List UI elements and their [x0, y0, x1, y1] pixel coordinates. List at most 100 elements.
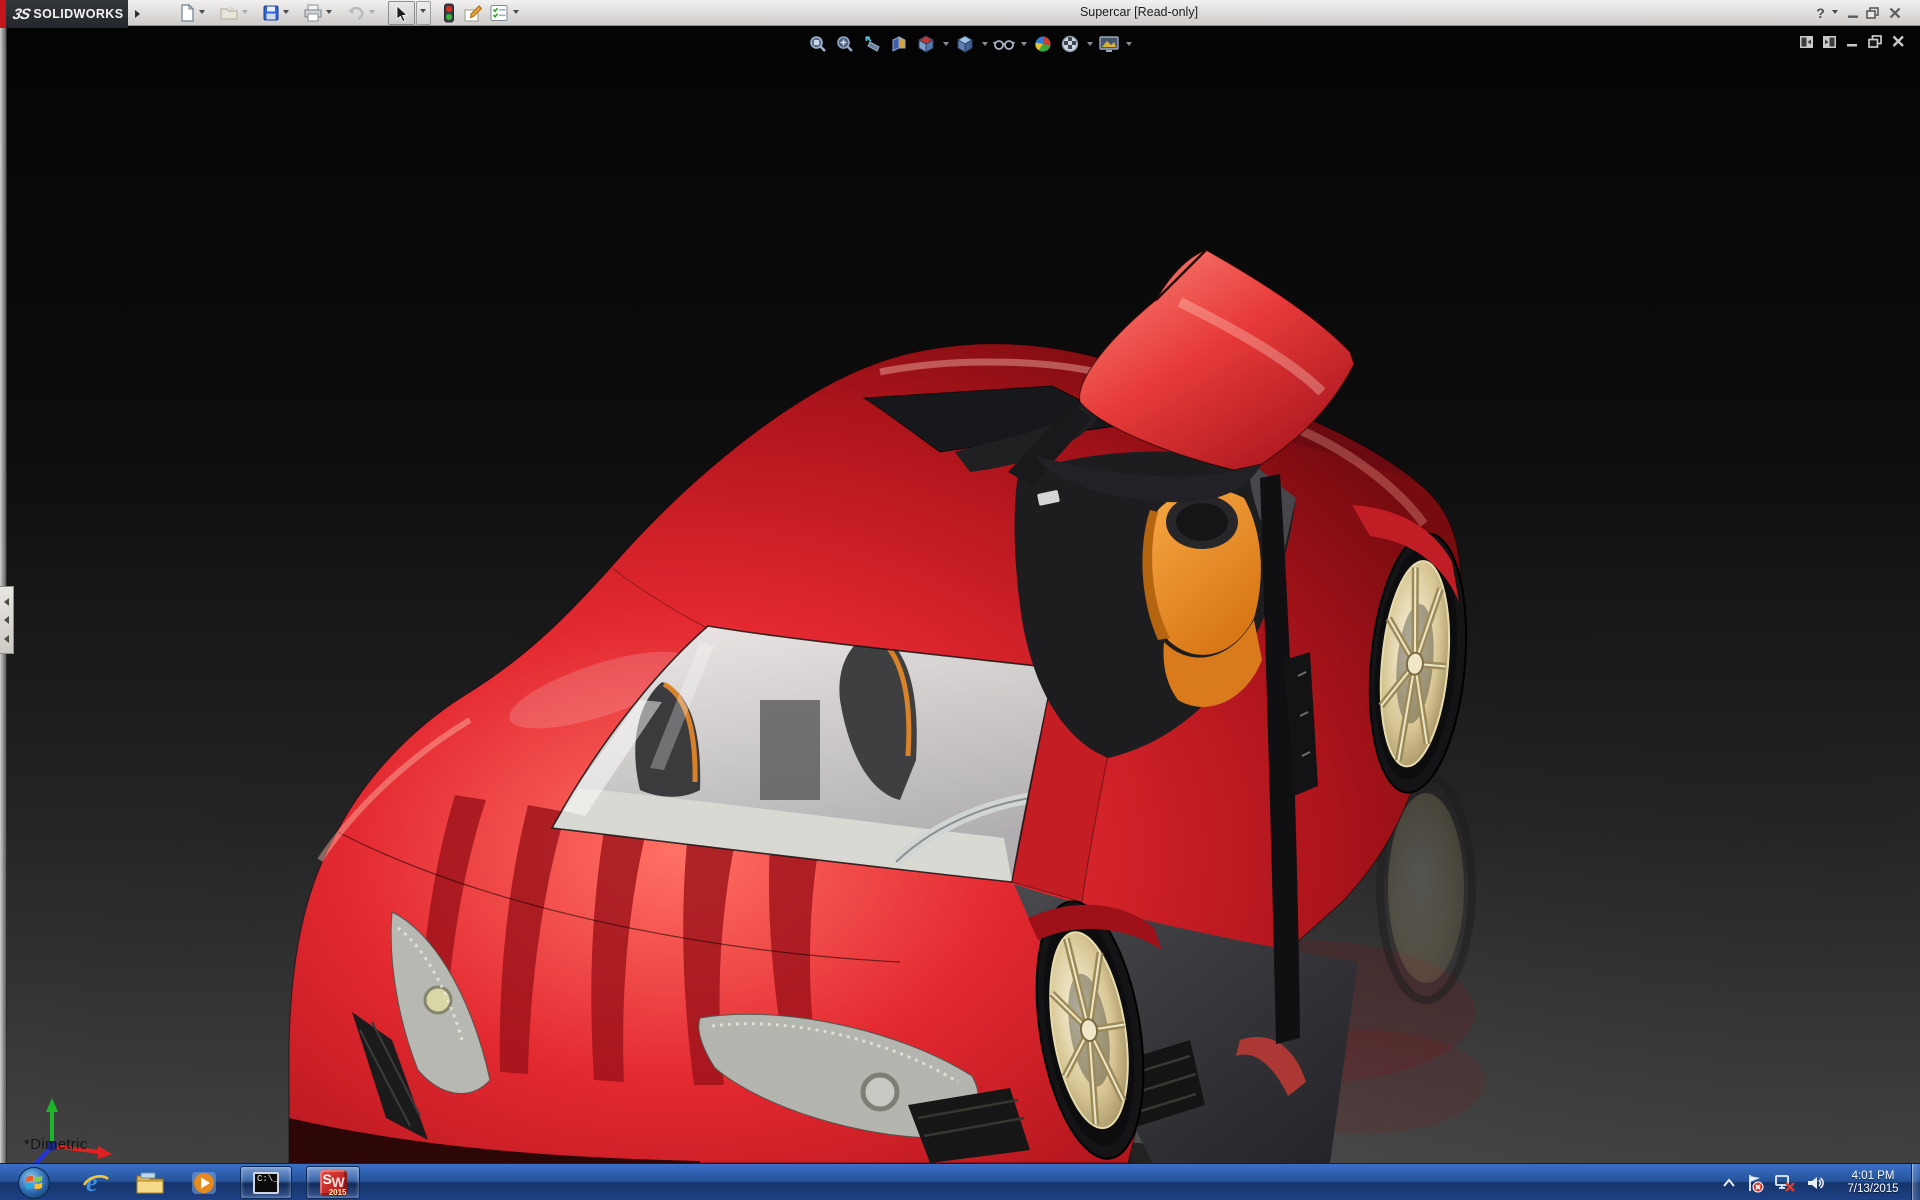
taskbar-internet-explorer[interactable]: e [72, 1166, 120, 1199]
apply-scene-dropdown[interactable] [1085, 32, 1094, 56]
doc-restore-icon [1867, 35, 1882, 48]
action-center-flag-icon[interactable] [1745, 1173, 1765, 1193]
window-title: Supercar [Read-only] [1079, 5, 1199, 19]
solidworks-logo-mark: 3S [11, 5, 32, 23]
start-button[interactable] [8, 1166, 60, 1199]
scene-sphere-icon [1061, 35, 1079, 53]
open-folder-icon [220, 6, 238, 20]
printer-icon [304, 4, 322, 22]
options-checklist-button[interactable] [488, 2, 510, 24]
taskbar-command-prompt[interactable]: C:\_ [240, 1166, 292, 1199]
title-bar: 3S SOLIDWORKS Supercar [Read-only] ? [0, 0, 1920, 28]
save-dropdown[interactable] [283, 10, 291, 18]
zoom-to-fit-button[interactable] [806, 32, 830, 56]
help-dropdown[interactable] [1832, 10, 1840, 18]
pane-left-toggle-button[interactable] [1798, 34, 1814, 49]
hide-show-items-dropdown[interactable] [1019, 32, 1028, 56]
solidworks-2015-icon: SW 2015 [319, 1169, 347, 1197]
windows-taskbar: e C:\_ SW 2015 4:01 PM 7/13/2015 [0, 1163, 1920, 1200]
right-headlamp [860, 1072, 900, 1112]
select-dropdown[interactable] [416, 1, 431, 25]
taskbar-media-player[interactable] [180, 1166, 228, 1199]
view-settings-button[interactable] [1097, 32, 1121, 56]
doc-close-button[interactable] [1890, 34, 1906, 49]
document-window-controls [1798, 34, 1906, 49]
windows-start-orb [18, 1166, 50, 1199]
graphics-area[interactable]: *Dimetric [0, 26, 1920, 1163]
close-button[interactable] [1886, 4, 1903, 21]
close-icon [1889, 7, 1900, 18]
view-settings-monitor-icon [1099, 36, 1119, 52]
display-style-button[interactable] [953, 32, 977, 56]
internet-explorer-icon: e [82, 1168, 109, 1197]
save-floppy-icon [263, 5, 279, 21]
eyeglasses-icon [993, 40, 1015, 50]
taskbar-clock[interactable]: 4:01 PM 7/13/2015 [1834, 1170, 1912, 1196]
appearance-sphere-icon [1035, 36, 1051, 52]
command-prompt-icon: C:\_ [253, 1171, 279, 1194]
taskbar-file-explorer[interactable] [126, 1166, 174, 1199]
pane-right-icon [1822, 35, 1836, 48]
clock-date: 7/13/2015 [1847, 1182, 1899, 1195]
folder-icon [136, 1172, 164, 1193]
display-style-dropdown[interactable] [980, 32, 989, 56]
network-disconnected-icon[interactable] [1774, 1173, 1796, 1193]
pane-left-icon [1799, 35, 1813, 48]
comment-button[interactable] [462, 2, 484, 24]
open-dropdown [242, 10, 250, 18]
print-button[interactable] [302, 2, 324, 24]
minimize-icon [1847, 15, 1858, 18]
menu-expand-arrow[interactable] [130, 4, 144, 23]
apply-scene-button[interactable] [1058, 32, 1082, 56]
undo-dropdown [369, 10, 377, 18]
hide-show-items-button[interactable] [992, 32, 1016, 56]
view-orientation-button[interactable] [914, 32, 938, 56]
restore-button[interactable] [1864, 4, 1881, 21]
new-document-icon [181, 4, 195, 22]
solidworks-logo: 3S SOLIDWORKS [6, 0, 128, 28]
zoom-to-fit-icon [810, 36, 826, 52]
checklist-icon [490, 5, 508, 21]
new-dropdown[interactable] [199, 10, 207, 18]
previous-view-button[interactable] [860, 32, 884, 56]
undo-arrow-icon [348, 6, 364, 21]
print-dropdown[interactable] [326, 10, 334, 18]
doc-minimize-icon [1846, 44, 1857, 47]
show-hidden-icons-button[interactable] [1722, 1177, 1736, 1188]
comment-edit-icon [464, 4, 483, 21]
restore-icon [1865, 6, 1879, 19]
doc-close-icon [1892, 35, 1904, 47]
svg-text:e: e [86, 1168, 98, 1197]
pane-right-toggle-button[interactable] [1821, 34, 1837, 49]
display-style-icon [956, 35, 974, 53]
checklist-dropdown[interactable] [513, 10, 521, 18]
volume-icon[interactable] [1805, 1173, 1825, 1193]
minimize-button[interactable] [1844, 4, 1861, 21]
save-button[interactable] [260, 2, 282, 24]
section-view-button[interactable] [887, 32, 911, 56]
undo-button [345, 2, 367, 24]
traffic-light-icon [444, 3, 454, 23]
previous-view-icon [865, 36, 880, 52]
open-button[interactable] [218, 2, 240, 24]
select-tool-button[interactable] [388, 1, 415, 25]
edit-appearance-button[interactable] [1031, 32, 1055, 56]
view-orientation-icon [917, 35, 935, 53]
doc-minimize-button[interactable] [1844, 34, 1860, 49]
zoom-to-area-button[interactable] [833, 32, 857, 56]
select-cursor-icon [396, 4, 408, 22]
doc-restore-button[interactable] [1867, 34, 1883, 49]
view-settings-dropdown[interactable] [1124, 32, 1133, 56]
section-view-icon [892, 36, 906, 52]
taskbar-solidworks-2015[interactable]: SW 2015 [306, 1166, 360, 1199]
heads-up-view-toolbar [806, 31, 1133, 57]
solidworks-window: 3S SOLIDWORKS Supercar [Read-only] ? *Di… [0, 0, 1920, 1200]
new-document-button[interactable] [176, 2, 198, 24]
traffic-light-button[interactable] [438, 2, 460, 24]
view-orientation-dropdown[interactable] [941, 32, 950, 56]
show-desktop-button[interactable] [1911, 1164, 1920, 1200]
help-button[interactable]: ? [1812, 4, 1829, 21]
media-player-icon [192, 1171, 216, 1194]
collapsed-panel-tab[interactable] [0, 586, 14, 654]
supercar-3d-model[interactable] [0, 26, 1920, 1163]
